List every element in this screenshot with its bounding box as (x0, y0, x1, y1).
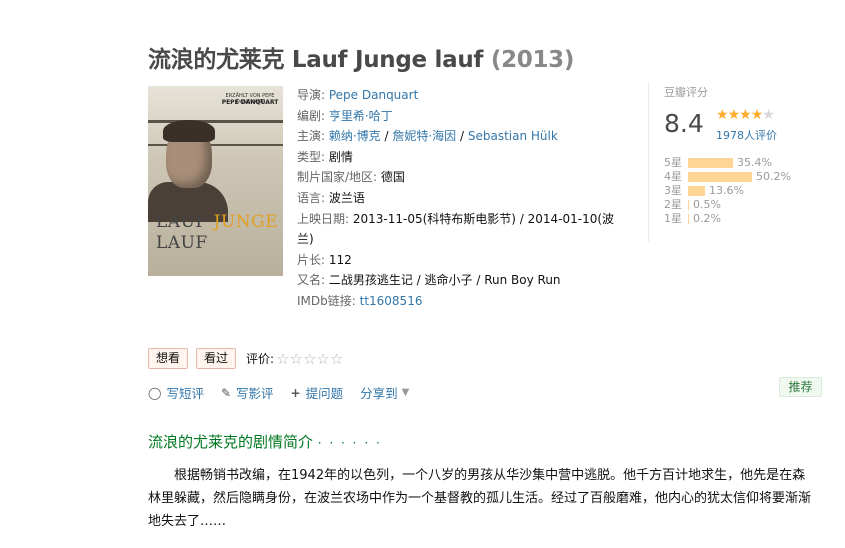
genre-value: 剧情 (328, 149, 353, 164)
country-value: 德国 (380, 170, 405, 185)
write-review-label: 写影评 (236, 386, 274, 401)
poster-hair (163, 120, 215, 142)
release-label: 上映日期: (297, 211, 353, 226)
summary-text: 根据畅销书改编，在1942年的以色列，一个八岁的男孩从华沙集中营中逃脱。他千方百… (148, 468, 812, 529)
language-label: 语言: (297, 190, 329, 205)
info-aka: 又名: 二战男孩逃生记 / 逃命小子 / Run Boy Run (297, 270, 627, 291)
genre-label: 类型: (297, 149, 329, 164)
poster-title-lauf: LAUF (156, 212, 214, 232)
want-to-watch-button[interactable]: 想看 (148, 348, 189, 369)
ask-question-label: 提问题 (305, 386, 344, 401)
rating-row: 3星 13.6% (664, 184, 791, 198)
ask-question-link[interactable]: + 提问题 (291, 383, 344, 402)
rating-row: 4星 50.2% (664, 170, 791, 184)
movie-poster[interactable]: ERZÄHLT VON PEPE DANQUART PEPE DANQUART … (148, 86, 283, 276)
poster-fence (148, 120, 283, 123)
director-link[interactable]: Pepe Danquart (329, 88, 418, 102)
cast-link-2[interactable]: 詹妮特·海因 (392, 129, 456, 143)
cast-label: 主演: (297, 129, 329, 144)
rating-row-percent: 35.4% (737, 156, 772, 169)
plus-icon: + (290, 385, 301, 400)
rating-row-percent: 50.2% (756, 170, 791, 183)
rating-count-link[interactable]: 1978人评价 (716, 127, 777, 143)
info-runtime: 片长: 112 (297, 250, 627, 271)
rating-row-label: 2星 (664, 198, 682, 211)
rating-row-percent: 13.6% (709, 184, 744, 197)
imdb-link[interactable]: tt1608516 (360, 294, 423, 308)
info-writer: 编剧: 亨里希·哈丁 (297, 106, 627, 127)
summary-heading-text: 流浪的尤莱克的剧情简介 (148, 433, 314, 451)
star-icon: ★ (750, 107, 764, 123)
rating-stars: ★★★★★ (716, 107, 775, 123)
star-icon: ★ (716, 107, 729, 123)
page-title: 流浪的尤莱克 Lauf Junge lauf (2013) (148, 40, 574, 74)
rating-row: 2星 0.5% (664, 198, 791, 212)
rating-score: 8.4 (664, 109, 704, 138)
movie-info: 导演: Pepe Danquart 编剧: 亨里希·哈丁 主演: 赖纳·博克 /… (297, 85, 627, 312)
rating-row-label: 1星 (664, 212, 682, 225)
rating-row: 5星 35.4% (664, 156, 791, 170)
write-review-link[interactable]: ✎ 写影评 (221, 383, 274, 402)
rating-row: 1星 0.2% (664, 212, 791, 226)
info-imdb: IMDb链接: tt1608516 (297, 291, 627, 312)
poster-director: PEPE DANQUART (221, 99, 279, 106)
info-director: 导演: Pepe Danquart (297, 85, 627, 106)
rating-row-percent: 0.2% (693, 212, 721, 225)
cast-separator: / (380, 129, 393, 144)
interaction-links: ◯ 写短评 ✎ 写影评 + 提问题 分享到 ▼ (148, 383, 426, 402)
summary-heading: 流浪的尤莱克的剧情简介 · · · · · · (148, 431, 382, 452)
rating-panel: 豆瓣评分 8.4 ★★★★★ 1978人评价 5星 35.4% 4星 50.2% 3… (648, 82, 818, 242)
movie-title: 流浪的尤莱克 Lauf Junge lauf (148, 47, 484, 73)
watched-button[interactable]: 看过 (196, 348, 237, 369)
write-short-review-link[interactable]: ◯ 写短评 (148, 383, 204, 402)
info-genre: 类型: 剧情 (297, 147, 627, 168)
rating-row-label: 5星 (664, 156, 682, 169)
poster-title-junge: JUNGE (213, 212, 279, 232)
director-label: 导演: (297, 88, 329, 102)
aka-value: 二战男孩逃生记 / 逃命小子 / Run Boy Run (328, 273, 561, 288)
write-short-review-label: 写短评 (166, 386, 204, 401)
imdb-label: IMDb链接: (297, 293, 360, 308)
info-cast: 主演: 赖纳·博克 / 詹妮特·海因 / Sebastian Hülk (297, 126, 627, 147)
share-dropdown[interactable]: 分享到 ▼ (360, 383, 409, 402)
recommend-button[interactable]: 推荐 (779, 377, 822, 397)
rating-label: 豆瓣评分 (664, 86, 708, 99)
action-bar: 想看 看过 评价: ☆☆☆☆☆ (148, 348, 343, 369)
country-label: 制片国家/地区: (297, 170, 381, 185)
star-icon: ★ (727, 107, 741, 123)
writer-label: 编剧: (297, 108, 329, 123)
language-value: 波兰语 (328, 190, 365, 205)
star-icon: ★ (762, 107, 775, 123)
cast-separator: / (456, 129, 468, 144)
rating-row-label: 3星 (664, 184, 682, 197)
rating-bar (688, 200, 689, 210)
runtime-label: 片长: (297, 252, 329, 267)
writer-link[interactable]: 亨里希·哈丁 (329, 109, 393, 123)
comment-icon: ◯ (148, 385, 162, 400)
cast-link-1[interactable]: 赖纳·博克 (329, 129, 381, 143)
rating-bar (688, 214, 689, 224)
info-country: 制片国家/地区: 德国 (297, 167, 627, 188)
aka-label: 又名: (297, 273, 329, 288)
rating-bar (688, 172, 752, 182)
share-label: 分享到 (360, 386, 398, 401)
rating-bar (688, 186, 705, 196)
poster-title-line2: LAUF (156, 233, 208, 253)
runtime-value: 112 (328, 252, 352, 267)
star-icon: ★ (739, 107, 752, 123)
rating-distribution: 5星 35.4% 4星 50.2% 3星 13.6% 2星 0.5% 1星 0.2% (664, 156, 791, 226)
chevron-down-icon: ▼ (401, 387, 410, 398)
rating-bar (688, 158, 733, 168)
summary-heading-dots: · · · · · · (317, 436, 382, 450)
info-release: 上映日期: 2013-11-05(科特布斯电影节) / 2014-01-10(波… (297, 209, 627, 250)
rating-row-percent: 0.5% (693, 198, 721, 211)
rating-row-label: 4星 (664, 170, 682, 183)
info-language: 语言: 波兰语 (297, 188, 627, 209)
pencil-icon: ✎ (220, 385, 232, 400)
rate-label: 评价: (246, 352, 275, 366)
movie-year: (2013) (490, 47, 575, 73)
rate-stars-input[interactable]: ☆☆☆☆☆ (276, 350, 343, 368)
poster-title-line1: LAUF JUNGE (156, 212, 278, 232)
cast-link-3[interactable]: Sebastian Hülk (468, 129, 558, 143)
